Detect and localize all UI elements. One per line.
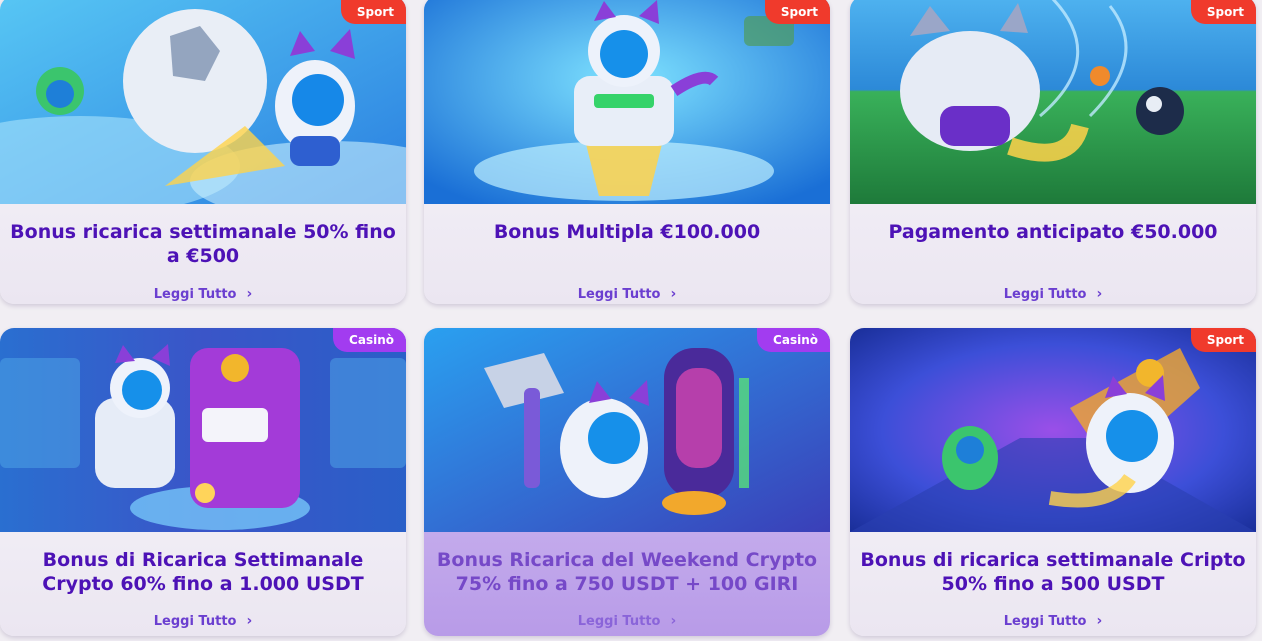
promo-card[interactable]: Casinò Bonus Ricarica del Weekend Crypto… [424, 328, 830, 636]
promo-card[interactable]: Sport Bonus di ricarica settimanale Crip… [850, 328, 1256, 636]
promo-card[interactable]: Sport Bonus Multipla €100.000 Leggi Tutt… [424, 0, 830, 304]
read-more-label: Leggi Tutto [577, 287, 661, 302]
promo-image [424, 0, 830, 204]
read-more-label: Leggi Tutto [1003, 614, 1087, 629]
read-more-label: Leggi Tutto [153, 287, 237, 302]
promo-title: Bonus di ricarica settimanale Cripto 50%… [860, 549, 1246, 595]
chevron-right-icon: › [246, 286, 253, 302]
chevron-right-icon: › [670, 286, 677, 302]
read-more-link[interactable]: Leggi Tutto › [850, 286, 1256, 303]
category-badge: Sport [340, 0, 406, 24]
promo-image [850, 328, 1256, 532]
promo-title: Bonus Ricarica del Weekend Crypto 75% fi… [436, 549, 818, 595]
category-badge: Casinò [333, 328, 406, 352]
read-more-label: Leggi Tutto [577, 614, 661, 629]
read-more-link[interactable]: Leggi Tutto › [424, 286, 830, 303]
read-more-label: Leggi Tutto [1003, 287, 1087, 302]
read-more-link[interactable]: Leggi Tutto › [0, 286, 406, 303]
promo-image [424, 328, 830, 532]
promo-card[interactable]: Casinò Bonus di Ricarica Settimanale Cry… [0, 328, 406, 636]
category-badge: Sport [1190, 0, 1256, 24]
promo-title: Bonus Multipla €100.000 [493, 221, 761, 243]
promotions-grid: Sport Bonus ricarica settimanale 50% fin… [0, 0, 1262, 641]
read-more-link[interactable]: Leggi Tutto › [0, 613, 406, 630]
read-more-link[interactable]: Leggi Tutto › [850, 613, 1256, 630]
promo-title: Pagamento anticipato €50.000 [888, 221, 1218, 243]
category-badge: Casinò [757, 328, 830, 352]
promo-image [0, 328, 406, 532]
promo-card[interactable]: Sport Bonus ricarica settimanale 50% fin… [0, 0, 406, 304]
promo-card[interactable]: Sport Pagamento anticipato €50.000 Leggi… [850, 0, 1256, 304]
chevron-right-icon: › [670, 613, 677, 629]
promo-title: Bonus ricarica settimanale 50% fino a €5… [10, 221, 396, 267]
category-badge: Sport [764, 0, 830, 24]
chevron-right-icon: › [1096, 286, 1103, 302]
promo-title: Bonus di Ricarica Settimanale Crypto 60%… [42, 549, 364, 595]
read-more-link[interactable]: Leggi Tutto › [424, 613, 830, 630]
promo-image [850, 0, 1256, 204]
read-more-label: Leggi Tutto [153, 614, 237, 629]
category-badge: Sport [1190, 328, 1256, 352]
promo-image [0, 0, 406, 204]
chevron-right-icon: › [1096, 613, 1103, 629]
chevron-right-icon: › [246, 613, 253, 629]
